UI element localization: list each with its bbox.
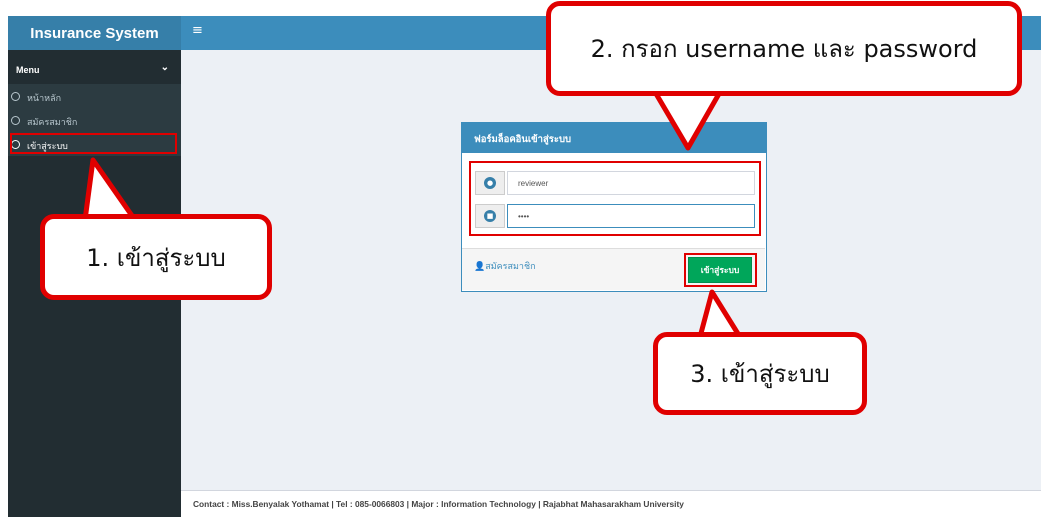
callout-step3: 3. เข้าสู่ระบบ [653,332,867,415]
callout-step2: 2. กรอก username และ password [546,1,1022,96]
callout-step1: 1. เข้าสู่ระบบ [40,214,272,300]
app-window: Insurance System ≡ Menu ⌄ หน้าหลัก สมัคร… [0,0,1041,518]
